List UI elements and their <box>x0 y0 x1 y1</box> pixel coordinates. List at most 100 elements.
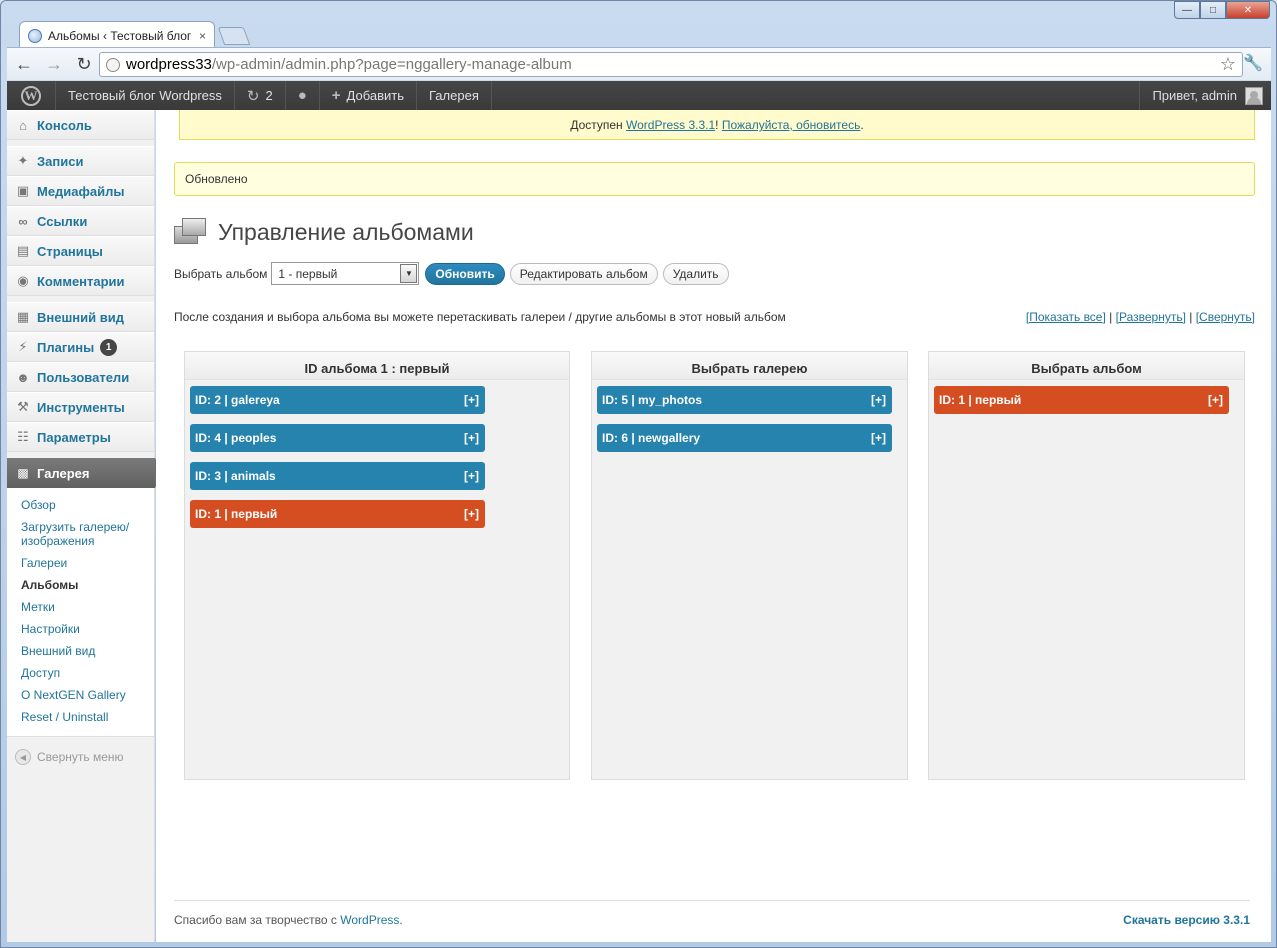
close-tab-icon[interactable]: × <box>199 29 206 43</box>
updates-link[interactable]: ↻ 2 <box>235 81 286 110</box>
submenu-roles[interactable]: Доступ <box>7 662 154 684</box>
minimize-button[interactable]: — <box>1174 1 1200 19</box>
wp-logo-menu[interactable]: W <box>7 81 56 110</box>
expand-item-button[interactable]: [+] <box>464 386 479 414</box>
sidebar-item-label: Внешний вид <box>37 309 124 325</box>
edit-album-button[interactable]: Редактировать альбом <box>509 262 658 285</box>
sidebar-item-links[interactable]: ∞ Ссылки <box>7 206 154 236</box>
album-select[interactable]: 1 - первый ▼ <box>271 262 420 285</box>
sidebar-item-users[interactable]: ☻ Пользователи <box>7 362 154 392</box>
page-header: Управление альбомами <box>174 218 474 246</box>
submenu-tags[interactable]: Метки <box>7 596 154 618</box>
new-tab-button[interactable] <box>217 27 251 45</box>
album-item[interactable]: ID: 1 | первый [+] <box>190 500 485 528</box>
collapse-menu-button[interactable]: ◀ Свернуть меню <box>7 737 154 765</box>
sidebar-item-media[interactable]: ▣ Медиафайлы <box>7 176 154 206</box>
site-name-link[interactable]: Тестовый блог Wordpress <box>56 81 235 110</box>
maximize-button[interactable]: □ <box>1200 1 1226 19</box>
album-panel: ID альбома 1 : первый ID: 2 | galereya [… <box>184 351 570 780</box>
expand-item-button[interactable]: [+] <box>464 500 479 528</box>
page-info-icon[interactable] <box>106 57 120 72</box>
submenu-albums[interactable]: Альбомы <box>7 574 154 596</box>
submenu-upload[interactable]: Загрузить галерею/ изображения <box>7 516 137 552</box>
main-content: Доступен WordPress 3.3.1! Пожалуйста, об… <box>156 110 1271 942</box>
chevron-down-icon: ▼ <box>400 264 418 283</box>
expand-link[interactable]: [Развернуть] <box>1116 310 1186 324</box>
sidebar-item-settings[interactable]: ☷ Параметры <box>7 422 154 452</box>
gallery-item[interactable]: ID: 5 | my_photos [+] <box>597 386 892 414</box>
gallery-item[interactable]: ID: 6 | newgallery [+] <box>597 424 892 452</box>
gallery-link[interactable]: Галерея <box>417 81 492 110</box>
item-label: ID: 5 | my_photos <box>602 393 703 407</box>
expand-item-button[interactable]: [+] <box>464 424 479 452</box>
drag-info-text: После создания и выбора альбома вы может… <box>174 310 786 324</box>
close-window-button[interactable]: ✕ <box>1226 1 1270 19</box>
comments-link[interactable]: ● <box>286 81 320 110</box>
update-nag: Доступен WordPress 3.3.1! Пожалуйста, об… <box>179 110 1255 140</box>
browser-toolbar: ← → ↻ wordpress33/wp-admin/admin.php?pag… <box>7 47 1271 80</box>
link-separator: | <box>1105 310 1116 324</box>
sidebar-item-appearance[interactable]: ▦ Внешний вид <box>7 302 154 332</box>
media-icon: ▣ <box>16 183 30 198</box>
settings-icon: ☷ <box>17 429 29 444</box>
expand-item-button[interactable]: [+] <box>871 386 886 414</box>
expand-item-button[interactable]: [+] <box>464 462 479 490</box>
delete-button[interactable]: Удалить <box>662 262 729 285</box>
address-bar[interactable]: wordpress33/wp-admin/admin.php?page=ngga… <box>99 52 1243 77</box>
wordpress-link[interactable]: WordPress <box>340 913 399 927</box>
expand-item-button[interactable]: [+] <box>871 424 886 452</box>
item-label: ID: 3 | animals <box>195 469 276 483</box>
url-host: wordpress33 <box>126 56 212 73</box>
back-arrow-icon[interactable]: ← <box>11 51 37 77</box>
please-update-link[interactable]: Пожалуйста, обновитесь <box>722 118 861 132</box>
bookmark-star-icon[interactable]: ☆ <box>1220 54 1236 75</box>
gallery-item[interactable]: ID: 4 | peoples [+] <box>190 424 485 452</box>
sidebar-item-comments[interactable]: ◉ Комментарии <box>7 266 154 296</box>
sidebar-item-label: Ссылки <box>37 213 88 229</box>
wrench-icon[interactable]: 🔧 <box>1243 53 1263 73</box>
panel-title: Выбрать галерею <box>592 352 907 380</box>
show-all-link[interactable]: [Показать все] <box>1026 310 1106 324</box>
sidebar-item-label: Консоль <box>37 117 92 133</box>
sidebar-item-pages[interactable]: ▤ Страницы <box>7 236 154 266</box>
wordpress-version-link[interactable]: WordPress 3.3.1 <box>626 118 715 132</box>
my-account-menu[interactable]: Привет, admin <box>1139 81 1271 110</box>
submenu-about[interactable]: О NextGEN Gallery <box>7 684 154 706</box>
panel-title: ID альбома 1 : первый <box>185 352 569 380</box>
wp-admin-bar: W Тестовый блог Wordpress ↻ 2 ● + Добави… <box>7 81 1271 110</box>
sidebar-item-plugins[interactable]: ⚡ Плагины 1 <box>7 332 154 362</box>
browser-tab[interactable]: Альбомы ‹ Тестовый блог × <box>19 21 215 49</box>
reload-icon[interactable]: ↻ <box>71 51 97 77</box>
submenu-overview[interactable]: Обзор <box>7 494 154 516</box>
add-new-link[interactable]: + Добавить <box>320 81 417 110</box>
item-label: ID: 4 | peoples <box>195 431 277 445</box>
submenu-style[interactable]: Внешний вид <box>7 640 154 662</box>
browser-window: Альбомы ‹ Тестовый блог × — □ ✕ ← → ↻ wo… <box>0 0 1277 948</box>
submenu-options[interactable]: Настройки <box>7 618 154 640</box>
forward-arrow-icon[interactable]: → <box>41 51 67 77</box>
gallery-item[interactable]: ID: 2 | galereya [+] <box>190 386 485 414</box>
expand-item-button[interactable]: [+] <box>1208 386 1223 414</box>
sidebar-item-tools[interactable]: ⚒ Инструменты <box>7 392 154 422</box>
submenu-reset[interactable]: Reset / Uninstall <box>7 706 154 728</box>
gallery-item[interactable]: ID: 3 | animals [+] <box>190 462 485 490</box>
download-version-link[interactable]: Скачать версию 3.3.1 <box>1123 913 1250 927</box>
album-page-icon <box>174 218 208 246</box>
sidebar-item-posts[interactable]: ✦ Записи <box>7 146 154 176</box>
sidebar-item-gallery[interactable]: ▩ Галерея <box>7 458 163 488</box>
sidebar-item-dashboard[interactable]: ⌂ Консоль <box>7 110 154 140</box>
sidebar-item-label: Записи <box>37 153 84 169</box>
pin-icon: ✦ <box>17 153 29 168</box>
update-nag-text: Доступен <box>570 118 627 132</box>
comment-bubble-icon: ● <box>297 87 307 104</box>
sidebar-item-label: Плагины <box>37 339 95 355</box>
item-label: ID: 6 | newgallery <box>602 431 701 445</box>
select-album-label: Выбрать альбом <box>174 266 268 281</box>
sidebar-item-label: Комментарии <box>37 273 125 289</box>
collapse-arrow-icon: ◀ <box>15 749 31 765</box>
submenu-galleries[interactable]: Галереи <box>7 552 154 574</box>
update-button[interactable]: Обновить <box>425 262 505 285</box>
gallery-submenu: Обзор Загрузить галерею/ изображения Гал… <box>7 488 154 737</box>
album-item[interactable]: ID: 1 | первый [+] <box>934 386 1229 414</box>
collapse-link[interactable]: [Свернуть] <box>1196 310 1255 324</box>
